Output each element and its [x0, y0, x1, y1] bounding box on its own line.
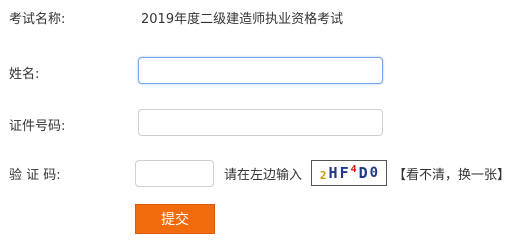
captcha-char: 0	[369, 165, 379, 181]
exam-name-value: 2019年度二级建造师执业资格考试	[141, 12, 344, 27]
captcha-char: 2	[319, 168, 327, 182]
captcha-char: D	[358, 164, 368, 182]
captcha-label: 验 证 码:	[9, 168, 61, 183]
refresh-captcha-link[interactable]: 【看不清，换一张】	[393, 164, 510, 183]
id-number-input[interactable]	[138, 109, 383, 136]
name-label: 姓名:	[9, 67, 40, 82]
captcha-input[interactable]	[135, 160, 214, 187]
captcha-char: H	[328, 164, 338, 182]
captcha-char: 4	[350, 163, 357, 175]
captcha-char: F	[339, 164, 349, 182]
id-number-label: 证件号码:	[9, 119, 66, 134]
captcha-image[interactable]: 2HF4D0	[311, 160, 387, 186]
exam-name-label: 考试名称:	[9, 12, 66, 27]
name-input[interactable]	[138, 57, 383, 84]
submit-button[interactable]: 提交	[135, 204, 215, 234]
captcha-hint: 请在左边输入	[224, 168, 303, 183]
